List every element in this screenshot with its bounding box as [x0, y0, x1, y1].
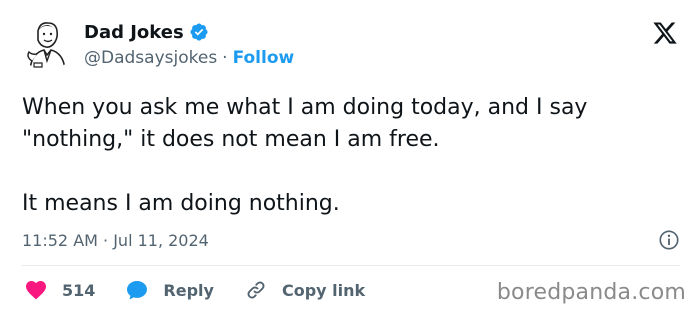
- divider: [22, 265, 680, 266]
- copy-link-label: Copy link: [281, 280, 366, 300]
- link-icon: [244, 278, 268, 302]
- copy-link-button[interactable]: Copy link: [244, 278, 365, 302]
- tweet-text: When you ask me what I am doing today, a…: [22, 92, 682, 220]
- timestamp[interactable]: 11:52 AM · Jul 11, 2024: [22, 231, 209, 250]
- speech-bubble-icon: [125, 278, 149, 302]
- name-row: Dad Jokes: [84, 20, 294, 44]
- avatar[interactable]: [20, 17, 74, 71]
- heart-icon: [24, 278, 48, 302]
- tweet-paragraph: When you ask me what I am doing today, a…: [22, 95, 588, 152]
- like-button[interactable]: 514: [24, 278, 95, 302]
- handle-row: @Dadsaysjokes · Follow: [84, 48, 294, 68]
- verified-badge-icon: [189, 22, 209, 42]
- action-bar: 514 Reply Copy link: [24, 275, 395, 305]
- cartoon-dad-avatar-icon: [27, 22, 66, 70]
- meta-row: 11:52 AM · Jul 11, 2024: [22, 226, 680, 254]
- tweet-header: Dad Jokes @Dadsaysjokes · Follow: [20, 14, 294, 74]
- x-logo-icon[interactable]: [652, 20, 678, 46]
- like-count: 514: [62, 280, 96, 300]
- info-icon[interactable]: [658, 229, 680, 251]
- tweet-card: Dad Jokes @Dadsaysjokes · Follow When yo…: [0, 0, 700, 318]
- handle[interactable]: @Dadsaysjokes: [84, 48, 217, 68]
- display-name[interactable]: Dad Jokes: [84, 22, 184, 43]
- tweet-paragraph: It means I am doing nothing.: [22, 191, 340, 216]
- watermark: boredpanda.com: [496, 280, 686, 305]
- author-info: Dad Jokes @Dadsaysjokes · Follow: [84, 20, 294, 69]
- reply-button[interactable]: Reply: [125, 278, 214, 302]
- reply-label: Reply: [163, 280, 214, 300]
- follow-link[interactable]: Follow: [233, 48, 295, 68]
- separator-dot: ·: [222, 48, 228, 68]
